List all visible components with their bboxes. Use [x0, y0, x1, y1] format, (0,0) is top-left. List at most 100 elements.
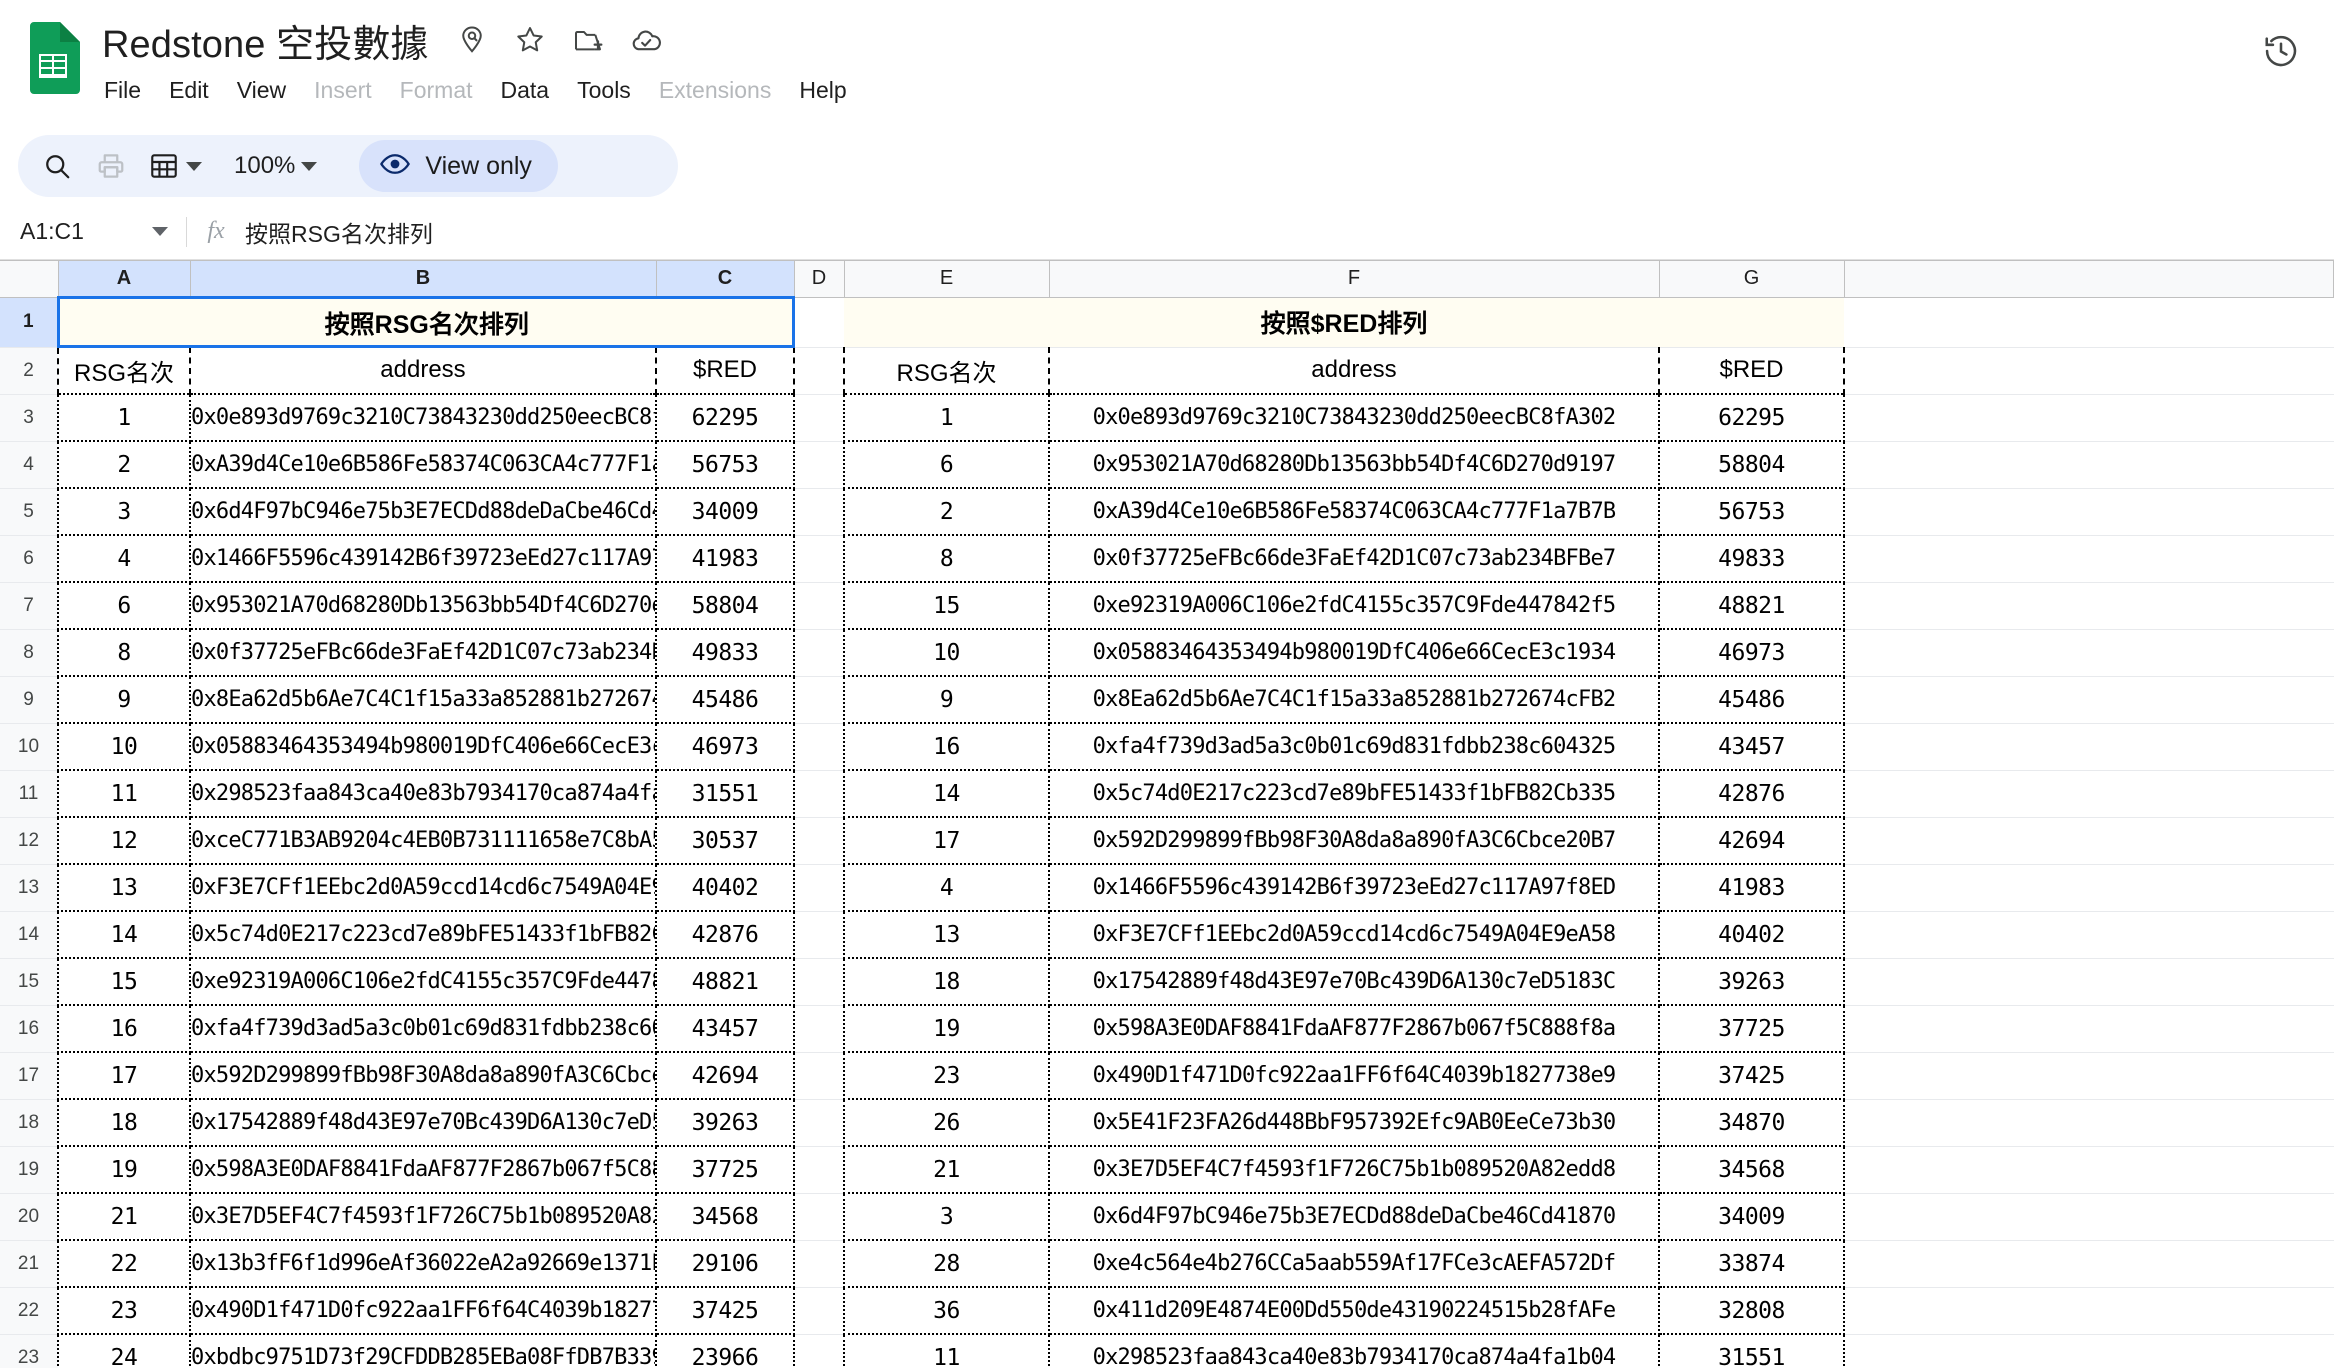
right-cell-address[interactable]: 0xe4c564e4b276CCa5aab559Af17FCe3cAEFA572…	[1048, 1240, 1660, 1288]
row-header-2[interactable]: 2	[0, 347, 59, 395]
menu-item-format[interactable]: Format	[400, 72, 492, 109]
left-cell-address[interactable]: 0x6d4F97bC946e75b3E7ECDd88deDaCbe46Cd418…	[189, 488, 657, 536]
right-cell-red[interactable]: 32808	[1658, 1287, 1845, 1335]
row-header-17[interactable]: 17	[0, 1052, 59, 1100]
move-to-folder-icon[interactable]	[571, 23, 605, 57]
left-cell-red[interactable]: 62295	[655, 394, 795, 442]
right-cell-rank[interactable]: 4	[843, 864, 1050, 912]
column-header-b[interactable]: B	[190, 261, 657, 299]
right-cell-address[interactable]: 0x8Ea62d5b6Ae7C4C1f15a33a852881b272674cF…	[1048, 676, 1660, 724]
left-cell-address[interactable]: 0xbdbc9751D73f29CFDDB285EBa08FfDB7B3395d…	[189, 1334, 657, 1368]
right-cell-rank[interactable]: 13	[843, 911, 1050, 959]
right-cell-address[interactable]: 0x490D1f471D0fc922aa1FF6f64C4039b1827738…	[1048, 1052, 1660, 1100]
spacer-cell-d[interactable]	[794, 1052, 844, 1100]
right-cell-red[interactable]: 62295	[1658, 394, 1845, 442]
spacer-cell-d[interactable]	[794, 629, 844, 677]
left-cell-address[interactable]: 0x953021A70d68280Db13563bb54Df4C6D270d91…	[189, 582, 657, 630]
left-cell-rank[interactable]: 6	[57, 582, 191, 630]
spacer-cell-d[interactable]	[794, 394, 844, 442]
left-cell-rank[interactable]: 13	[57, 864, 191, 912]
left-cell-red[interactable]: 37725	[655, 1146, 795, 1194]
left-cell-rank[interactable]: 2	[57, 441, 191, 489]
left-cell-address[interactable]: 0x8Ea62d5b6Ae7C4C1f15a33a852881b272674cF…	[189, 676, 657, 724]
right-cell-rank[interactable]: 1	[843, 394, 1050, 442]
search-button[interactable]	[32, 141, 82, 191]
menu-item-view[interactable]: View	[237, 72, 305, 109]
left-cell-red[interactable]: 46973	[655, 723, 795, 771]
left-cell-address[interactable]: 0xceC771B3AB9204c4EB0B731111658e7C8bA539…	[189, 817, 657, 865]
left-cell-red[interactable]: 58804	[655, 582, 795, 630]
row-header-3[interactable]: 3	[0, 394, 59, 442]
spacer-cell-h[interactable]	[1844, 723, 2334, 771]
column-header-a[interactable]: A	[58, 261, 191, 299]
right-cell-rank[interactable]: 28	[843, 1240, 1050, 1288]
left-cell-rank[interactable]: 1	[57, 394, 191, 442]
left-cell-red[interactable]: 34009	[655, 488, 795, 536]
right-cell-rank[interactable]: 36	[843, 1287, 1050, 1335]
left-cell-red[interactable]: 49833	[655, 629, 795, 677]
left-cell-address[interactable]: 0x1466F5596c439142B6f39723eEd27c117A97f8…	[189, 535, 657, 583]
right-cell-red[interactable]: 46973	[1658, 629, 1845, 677]
column-header-c[interactable]: C	[656, 261, 795, 299]
right-cell-rank[interactable]: 17	[843, 817, 1050, 865]
spacer-cell-h[interactable]	[1844, 441, 2334, 489]
left-cell-rank[interactable]: 3	[57, 488, 191, 536]
left-cell-address[interactable]: 0xF3E7CFf1EEbc2d0A59ccd14cd6c7549A04E9eA…	[189, 864, 657, 912]
right-cell-address[interactable]: 0x3E7D5EF4C7f4593f1F726C75b1b089520A82ed…	[1048, 1146, 1660, 1194]
left-cell-red[interactable]: 31551	[655, 770, 795, 818]
right-cell-address[interactable]: 0xA39d4Ce10e6B586Fe58374C063CA4c777F1a7B…	[1048, 488, 1660, 536]
left-cell-rank[interactable]: 8	[57, 629, 191, 677]
right-cell-red[interactable]: 56753	[1658, 488, 1845, 536]
column-header-f[interactable]: F	[1049, 261, 1660, 298]
spacer-cell-h2[interactable]	[1844, 347, 2334, 395]
left-cell-red[interactable]: 40402	[655, 864, 795, 912]
right-cell-rank[interactable]: 8	[843, 535, 1050, 583]
right-cell-rank[interactable]: 21	[843, 1146, 1050, 1194]
right-cell-address[interactable]: 0x5c74d0E217c223cd7e89bFE51433f1bFB82Cb3…	[1048, 770, 1660, 818]
spacer-cell-h1[interactable]	[1844, 297, 2334, 348]
left-cell-rank[interactable]: 19	[57, 1146, 191, 1194]
left-cell-address[interactable]: 0x490D1f471D0fc922aa1FF6f64C4039b1827738…	[189, 1287, 657, 1335]
left-cell-address[interactable]: 0x05883464353494b980019DfC406e66CecE3c19…	[189, 723, 657, 771]
spacer-cell-h[interactable]	[1844, 1099, 2334, 1147]
left-cell-address[interactable]: 0xe92319A006C106e2fdC4155c357C9Fde447842…	[189, 958, 657, 1006]
left-cell-red[interactable]: 34568	[655, 1193, 795, 1241]
right-cell-address[interactable]: 0x5E41F23FA26d448BbF957392Efc9AB0EeCe73b…	[1048, 1099, 1660, 1147]
right-cell-address[interactable]: 0xF3E7CFf1EEbc2d0A59ccd14cd6c7549A04E9eA…	[1048, 911, 1660, 959]
right-cell-rank[interactable]: 11	[843, 1334, 1050, 1368]
right-cell-address[interactable]: 0x0f37725eFBc66de3FaEf42D1C07c73ab234BFB…	[1048, 535, 1660, 583]
right-cell-rank[interactable]: 10	[843, 629, 1050, 677]
menu-item-insert[interactable]: Insert	[314, 72, 391, 109]
row-header-11[interactable]: 11	[0, 770, 59, 818]
right-cell-address[interactable]: 0x598A3E0DAF8841FdaAF877F2867b067f5C888f…	[1048, 1005, 1660, 1053]
left-cell-rank[interactable]: 24	[57, 1334, 191, 1368]
star-icon[interactable]	[513, 23, 547, 57]
print-button[interactable]	[86, 141, 136, 191]
row-header-22[interactable]: 22	[0, 1287, 59, 1335]
spacer-cell-h[interactable]	[1844, 488, 2334, 536]
right-cell-red[interactable]: 34009	[1658, 1193, 1845, 1241]
right-cell-red[interactable]: 33874	[1658, 1240, 1845, 1288]
menu-item-help[interactable]: Help	[799, 72, 865, 109]
row-header-14[interactable]: 14	[0, 911, 59, 959]
column-header-e[interactable]: E	[844, 261, 1050, 298]
row-header-6[interactable]: 6	[0, 535, 59, 583]
right-cell-address[interactable]: 0x1466F5596c439142B6f39723eEd27c117A97f8…	[1048, 864, 1660, 912]
left-cell-rank[interactable]: 14	[57, 911, 191, 959]
right-cell-rank[interactable]: 14	[843, 770, 1050, 818]
menu-item-tools[interactable]: Tools	[577, 72, 650, 109]
right-header-red[interactable]: $RED	[1658, 347, 1845, 395]
left-cell-address[interactable]: 0x598A3E0DAF8841FdaAF877F2867b067f5C888f…	[189, 1146, 657, 1194]
spacer-cell-d[interactable]	[794, 1193, 844, 1241]
spacer-cell-h[interactable]	[1844, 1146, 2334, 1194]
spacer-cell-d[interactable]	[794, 488, 844, 536]
left-cell-address[interactable]: 0xA39d4Ce10e6B586Fe58374C063CA4c777F1a7B…	[189, 441, 657, 489]
spacer-cell-d[interactable]	[794, 582, 844, 630]
left-cell-rank[interactable]: 9	[57, 676, 191, 724]
left-cell-address[interactable]: 0xfa4f739d3ad5a3c0b01c69d831fdbb238c6043…	[189, 1005, 657, 1053]
left-cell-rank[interactable]: 21	[57, 1193, 191, 1241]
spacer-cell-h[interactable]	[1844, 1287, 2334, 1335]
left-cell-address[interactable]: 0x298523faa843ca40e83b7934170ca874a4fa1b…	[189, 770, 657, 818]
row-header-1[interactable]: 1	[0, 297, 60, 348]
row-header-21[interactable]: 21	[0, 1240, 59, 1288]
